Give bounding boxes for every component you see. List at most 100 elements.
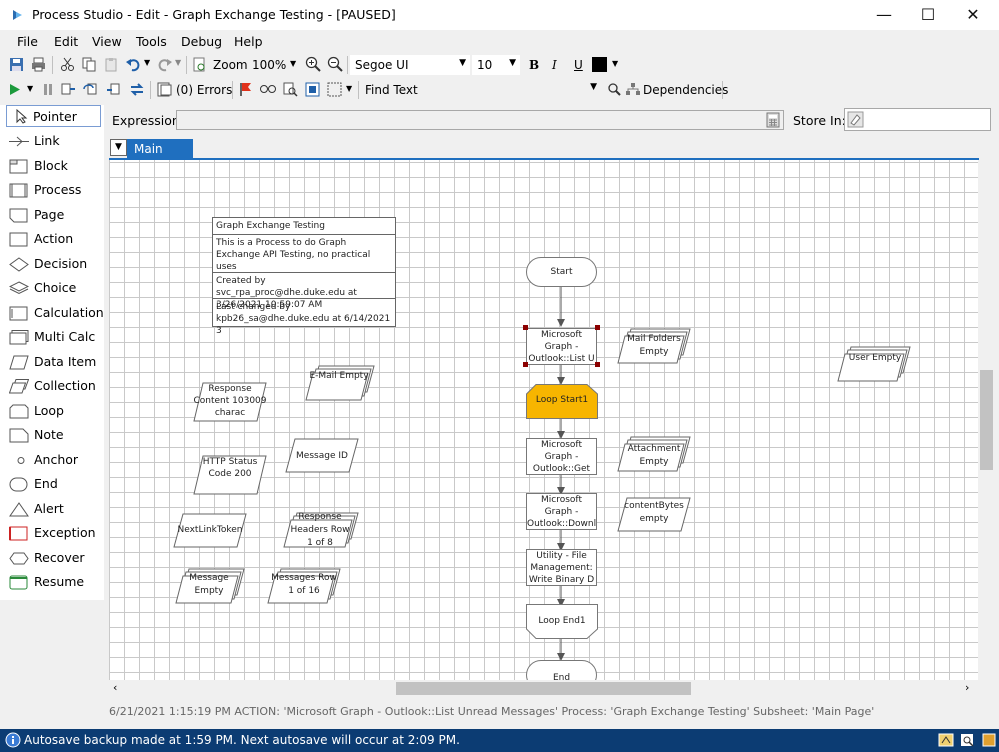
process-info-box[interactable]: Graph Exchange Testing This is a Process… — [212, 217, 396, 336]
horizontal-scrollbar[interactable]: ‹ › — [109, 680, 978, 697]
end-stage[interactable]: End — [526, 660, 597, 680]
palette-item-decision[interactable]: Decision — [0, 252, 103, 277]
palette-label: Action — [34, 231, 74, 246]
pause-icon[interactable] — [42, 83, 54, 96]
palette-label: Page — [34, 207, 65, 222]
redo-icon[interactable] — [157, 57, 172, 72]
list-messages-action[interactable]: Microsoft Graph - Outlook::List U — [526, 328, 597, 365]
find-stage-icon[interactable] — [283, 82, 298, 97]
calculator-icon[interactable] — [765, 112, 781, 128]
selection-handle[interactable] — [595, 362, 600, 367]
palette-item-end[interactable]: End — [0, 472, 103, 497]
vertical-scrollbar[interactable] — [978, 160, 995, 680]
watch-icon[interactable] — [259, 83, 277, 95]
undo-dropdown-icon[interactable]: ▼ — [144, 58, 150, 67]
menu-debug[interactable]: Debug — [181, 34, 222, 49]
data-item-icon — [9, 355, 29, 370]
palette-item-link[interactable]: Link — [0, 129, 103, 154]
selection-handle[interactable] — [523, 325, 528, 330]
undo-icon[interactable] — [126, 57, 141, 72]
menu-edit[interactable]: Edit — [54, 34, 78, 49]
palette-item-loop[interactable]: Loop — [0, 399, 103, 424]
save-icon[interactable] — [9, 57, 24, 72]
palette-item-block[interactable]: Block — [0, 154, 103, 179]
palette-item-action[interactable]: Action — [0, 227, 103, 252]
download-action[interactable]: Microsoft Graph - Outlook::Downl — [526, 493, 597, 530]
grid-icon[interactable] — [327, 82, 342, 97]
palette-item-alert[interactable]: Alert — [0, 497, 103, 522]
connection-icon[interactable] — [982, 733, 996, 748]
horizontal-scroll-thumb[interactable] — [396, 682, 691, 695]
zoom-dropdown-icon[interactable]: ▼ — [290, 59, 296, 68]
dependencies-button[interactable]: Dependencies — [643, 83, 728, 97]
copy-icon[interactable] — [82, 57, 97, 72]
menu-file[interactable]: File — [17, 34, 38, 49]
breakpoint-flag-icon[interactable] — [239, 82, 253, 97]
loop-end-label: Loop End1 — [538, 616, 586, 626]
zoom-select[interactable]: 100% — [252, 58, 286, 72]
step-over-icon[interactable] — [83, 82, 99, 97]
palette-item-page[interactable]: Page — [0, 203, 103, 228]
palette-item-exception[interactable]: Exception — [0, 521, 103, 546]
palette-item-multi-calc[interactable]: Multi Calc — [0, 325, 103, 350]
search-status-icon[interactable] — [960, 733, 976, 748]
grid-dropdown-icon[interactable]: ▼ — [346, 84, 352, 93]
start-stage[interactable]: Start — [526, 257, 597, 287]
maximize-button[interactable]: ☐ — [905, 0, 951, 30]
print-icon[interactable] — [31, 57, 46, 72]
session-icon[interactable] — [938, 733, 954, 748]
palette-item-anchor[interactable]: Anchor — [0, 448, 103, 473]
italic-button[interactable]: I — [552, 58, 557, 72]
search-icon[interactable] — [607, 82, 622, 97]
info-created: Created by svc_rpa_proc@dhe.duke.edu at … — [213, 273, 395, 310]
step-icon[interactable] — [60, 82, 76, 97]
selection-handle[interactable] — [523, 362, 528, 367]
expression-input[interactable] — [176, 110, 784, 130]
zoom-in-icon[interactable] — [305, 56, 321, 72]
font-color-swatch[interactable] — [592, 57, 607, 72]
page-menu-button[interactable]: ▼ — [110, 139, 127, 156]
palette-item-calculation[interactable]: Calculation — [0, 301, 104, 326]
palette-item-recover[interactable]: Recover — [0, 546, 103, 571]
menu-help[interactable]: Help — [234, 34, 263, 49]
palette-item-resume[interactable]: Resume — [0, 570, 103, 595]
palette-item-note[interactable]: Note — [0, 423, 103, 448]
run-icon[interactable] — [9, 83, 21, 96]
note-icon — [9, 428, 29, 443]
bold-button[interactable]: B — [529, 58, 539, 72]
palette-item-pointer[interactable]: Pointer — [6, 105, 101, 127]
reset-icon[interactable] — [129, 82, 145, 97]
minimize-button[interactable]: — — [861, 0, 907, 30]
process-canvas[interactable]: Graph Exchange Testing This is a Process… — [109, 160, 978, 680]
font-size-select[interactable]: 10 ▼ — [472, 55, 520, 75]
scroll-left-icon[interactable]: ‹ — [113, 681, 117, 694]
errors-button[interactable]: (0) Errors — [176, 83, 232, 97]
selection-handle[interactable] — [595, 325, 600, 330]
redo-dropdown-icon[interactable]: ▼ — [175, 58, 181, 67]
menu-view[interactable]: View — [92, 34, 122, 49]
underline-button[interactable]: U — [574, 58, 583, 72]
font-name-select[interactable]: Segoe UI ▼ — [350, 55, 470, 75]
scroll-right-icon[interactable]: › — [965, 681, 969, 694]
font-color-dropdown-icon[interactable]: ▼ — [612, 59, 618, 68]
write-binary-action[interactable]: Utility - File Management: Write Binary … — [526, 549, 597, 586]
palette-item-collection[interactable]: Collection — [0, 374, 103, 399]
paste-icon[interactable] — [104, 57, 119, 72]
palette-item-choice[interactable]: Choice — [0, 276, 103, 301]
palette-item-process[interactable]: Process — [0, 178, 103, 203]
fullscreen-icon[interactable] — [305, 82, 320, 97]
tab-main-page[interactable]: Main Page — [127, 139, 193, 170]
run-dropdown-icon[interactable]: ▼ — [27, 84, 33, 93]
palette-item-data-item[interactable]: Data Item — [0, 350, 103, 375]
step-out-icon[interactable] — [106, 82, 122, 97]
get-attachments-action[interactable]: Microsoft Graph - Outlook::Get At — [526, 438, 597, 475]
zoom-out-icon[interactable] — [327, 56, 343, 72]
mail-folders-label: Mail Folders Empty — [627, 334, 681, 357]
menu-tools[interactable]: Tools — [136, 34, 167, 49]
find-text-input[interactable]: ▼ — [420, 80, 600, 100]
close-button[interactable]: ✕ — [950, 0, 996, 30]
cut-icon[interactable] — [60, 57, 75, 72]
errors-icon[interactable] — [157, 82, 172, 97]
store-in-input[interactable] — [844, 108, 991, 131]
vertical-scroll-thumb[interactable] — [980, 370, 993, 470]
